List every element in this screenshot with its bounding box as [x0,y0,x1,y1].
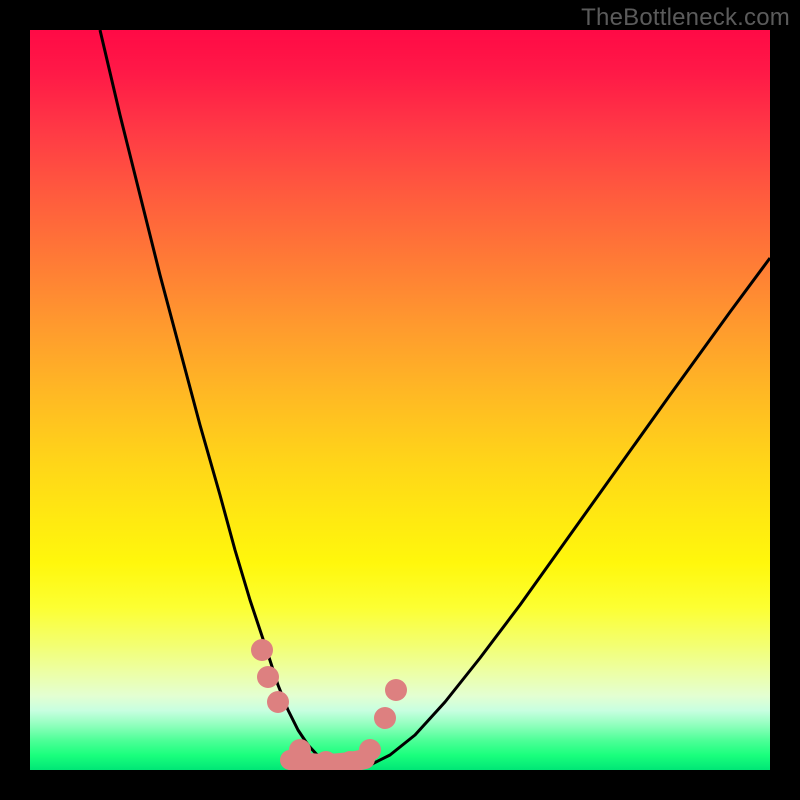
chart-svg [30,30,770,770]
valley-markers [251,639,407,770]
watermark-text: TheBottleneck.com [581,4,790,32]
plot-area [30,30,770,770]
bottleneck-curve [100,30,770,768]
chart-frame: TheBottleneck.com [0,0,800,800]
